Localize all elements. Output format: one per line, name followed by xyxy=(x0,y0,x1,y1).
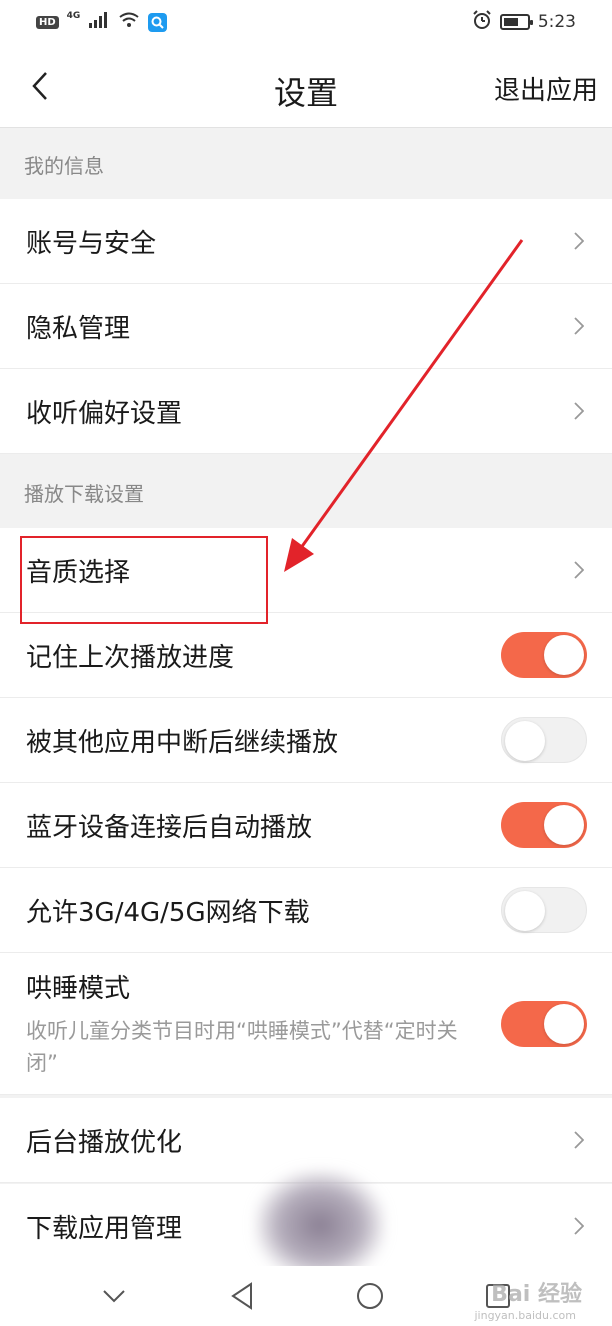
battery-level xyxy=(503,18,519,26)
toggle-knob xyxy=(544,805,584,845)
exit-app-button[interactable]: 退出应用 xyxy=(494,70,598,107)
status-right: 5:23 xyxy=(472,9,576,35)
row-sleep-mode: 哄睡模式 收听儿童分类节目时用“哄睡模式”代替“定时关闭” xyxy=(0,953,612,1095)
sleep-mode-text: 哄睡模式 收听儿童分类节目时用“哄睡模式”代替“定时关闭” xyxy=(26,968,501,1079)
nav-home-button[interactable] xyxy=(350,1276,390,1316)
sleep-mode-toggle[interactable] xyxy=(501,1000,587,1047)
row-label: 记住上次播放进度 xyxy=(26,642,235,673)
toggle-knob xyxy=(505,721,545,761)
mobile-download-toggle[interactable] xyxy=(501,887,587,933)
row-label: 账号与安全 xyxy=(26,228,157,259)
row-label: 允许3G/4G/5G网络下载 xyxy=(26,897,310,928)
status-left: HD 4G xyxy=(36,11,168,33)
chevron-right-icon xyxy=(572,400,586,422)
hd-badge: HD xyxy=(36,15,59,29)
chevron-right-icon xyxy=(572,230,586,252)
bluetooth-autoplay-toggle[interactable] xyxy=(501,802,587,848)
circle-home-icon xyxy=(357,1283,383,1309)
signal-icon xyxy=(88,11,110,33)
row-privacy[interactable]: 隐私管理 xyxy=(0,284,612,369)
chevron-right-icon xyxy=(572,1215,586,1237)
battery-icon xyxy=(499,14,533,30)
row-label: 哄睡模式 xyxy=(26,974,131,1004)
row-mobile-download: 允许3G/4G/5G网络下载 xyxy=(0,868,612,953)
row-label: 被其他应用中断后继续播放 xyxy=(26,727,339,758)
row-label: 蓝牙设备连接后自动播放 xyxy=(26,812,313,843)
row-label: 收听偏好设置 xyxy=(26,398,183,429)
chevron-right-icon xyxy=(572,559,586,581)
section-header-playback-download: 播放下载设置 xyxy=(0,457,612,527)
status-bar: HD 4G 5:23 xyxy=(0,0,612,44)
watermark-logo: Bai 经验 xyxy=(491,1282,582,1307)
row-listening-preferences[interactable]: 收听偏好设置 xyxy=(0,369,612,454)
header: 设置 退出应用 xyxy=(0,44,612,128)
nav-back-button[interactable] xyxy=(222,1276,262,1316)
chevron-right-icon xyxy=(572,1129,586,1151)
toggle-knob xyxy=(544,635,584,675)
triangle-back-icon xyxy=(231,1282,252,1310)
row-bluetooth-autoplay: 蓝牙设备连接后自动播放 xyxy=(0,783,612,868)
row-label: 后台播放优化 xyxy=(26,1127,183,1158)
chevron-down-icon xyxy=(103,1290,125,1303)
remember-progress-toggle[interactable] xyxy=(501,632,587,678)
toggle-knob xyxy=(544,1003,584,1044)
alarm-icon xyxy=(472,9,492,35)
blurred-region xyxy=(255,1170,385,1280)
wifi-icon xyxy=(118,12,140,33)
row-account-security[interactable]: 账号与安全 xyxy=(0,199,612,284)
status-time: 5:23 xyxy=(537,12,576,32)
resume-after-interrupt-toggle[interactable] xyxy=(501,717,587,763)
chevron-right-icon xyxy=(572,315,586,337)
toggle-knob xyxy=(505,891,545,931)
row-remember-progress: 记住上次播放进度 xyxy=(0,613,612,698)
watermark-url: jingyan.baidu.com xyxy=(474,1309,576,1322)
row-resume-after-interrupt: 被其他应用中断后继续播放 xyxy=(0,698,612,783)
nav-collapse-button[interactable] xyxy=(94,1276,134,1316)
row-label: 隐私管理 xyxy=(26,313,131,344)
row-subtitle: 收听儿童分类节目时用“哄睡模式”代替“定时关闭” xyxy=(26,1019,458,1075)
network-label: 4G xyxy=(66,11,81,21)
annotation-highlight-box xyxy=(20,536,268,624)
app-notification-icon xyxy=(148,12,168,32)
section-header-my-info: 我的信息 xyxy=(0,129,612,199)
